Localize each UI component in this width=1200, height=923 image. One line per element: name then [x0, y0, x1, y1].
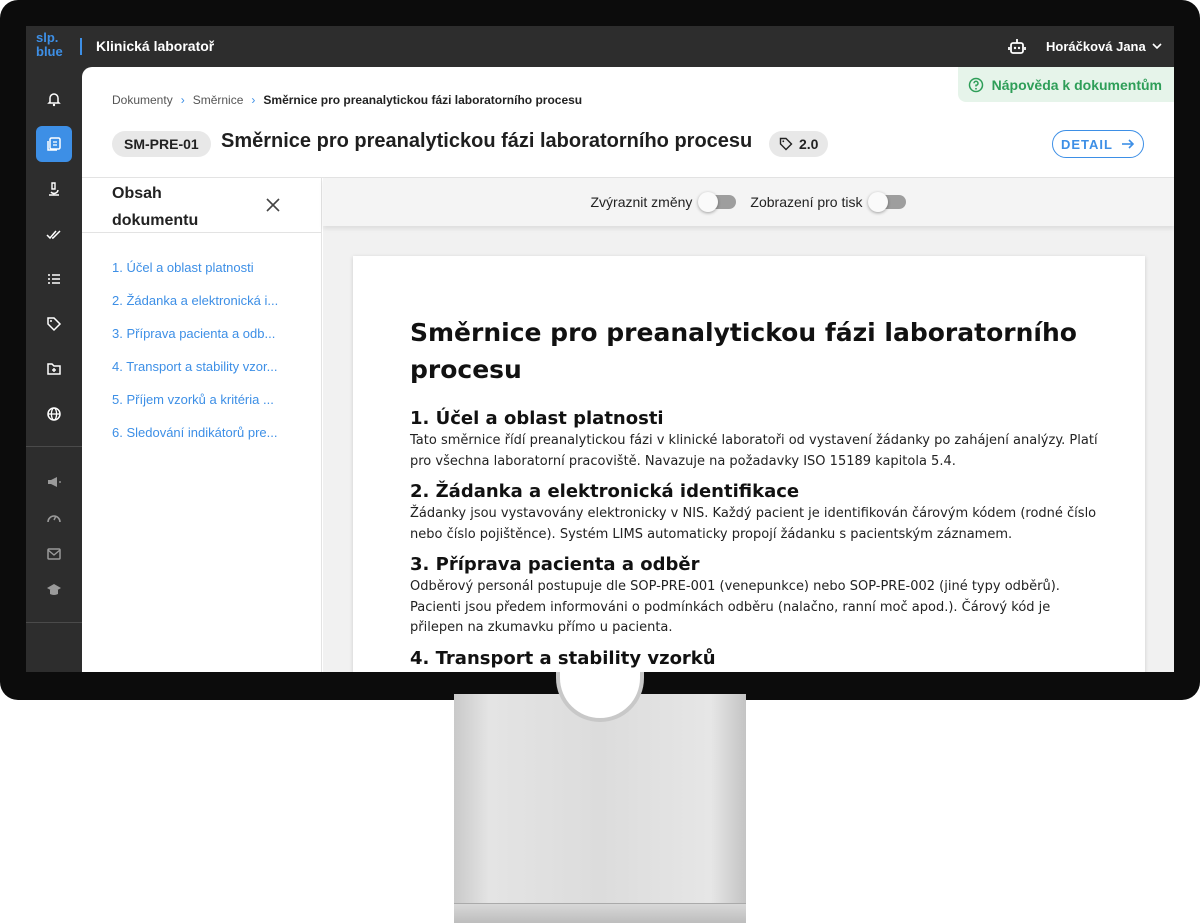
rail-separator-bottom: [26, 622, 82, 623]
highlight-changes-label: Zvýraznit změny: [590, 194, 693, 210]
help-button[interactable]: Nápověda k dokumentům: [957, 67, 1174, 102]
double-check-icon: [46, 230, 61, 240]
breadcrumb-documents[interactable]: Dokumenty: [112, 93, 173, 107]
left-rail: [26, 67, 82, 672]
top-bar: slp. blue Klinická laboratoř Horáčková J…: [26, 26, 1174, 67]
mail-icon: [47, 548, 61, 560]
monitor-stand-base: [454, 903, 746, 923]
arrow-right-icon: [1121, 139, 1135, 149]
section-heading: 1. Účel a oblast platnosti: [410, 408, 664, 429]
robot-icon[interactable]: [1008, 38, 1026, 55]
document-page: Směrnice pro preanalytickou fázi laborat…: [353, 256, 1145, 672]
toggle-switch[interactable]: [868, 192, 907, 212]
chevron-down-icon[interactable]: [1151, 40, 1163, 52]
screen: slp. blue Klinická laboratoř Horáčková J…: [26, 26, 1174, 672]
main-panel: Nápověda k dokumentům Dokumenty › Směrni…: [82, 67, 1174, 672]
viewer-toolbar: Zvýraznit změny Zobrazení pro tisk: [323, 178, 1174, 226]
breadcrumb-current: Směrnice pro preanalytickou fázi laborat…: [263, 93, 583, 107]
print-view-toggle[interactable]: Zobrazení pro tisk: [750, 192, 907, 212]
detail-button[interactable]: DETAIL: [1052, 130, 1144, 158]
toc-item[interactable]: 6. Sledování indikátorů pre...: [112, 425, 297, 458]
rail-tags[interactable]: [36, 306, 72, 342]
rail-announcements[interactable]: [36, 464, 72, 500]
rail-globe[interactable]: [36, 396, 72, 432]
rail-folder[interactable]: [36, 351, 72, 387]
breadcrumb: Dokumenty › Směrnice › Směrnice pro prea…: [112, 93, 582, 107]
document-code-badge: SM-PRE-01: [112, 131, 211, 157]
toc-divider: [82, 232, 322, 233]
logo-line-2: blue: [36, 44, 63, 59]
rail-mail[interactable]: [36, 536, 72, 572]
toc-item[interactable]: 5. Příjem vzorků a kritéria ...: [112, 392, 297, 425]
app-logo[interactable]: slp. blue: [36, 31, 63, 59]
toc-item[interactable]: 2. Žádanka a elektronická i...: [112, 293, 297, 326]
rail-separator: [26, 446, 82, 447]
table-of-contents: Obsah dokumentu 1. Účel a oblast platnos…: [82, 178, 322, 672]
breadcrumb-chevron-icon: ›: [251, 93, 256, 107]
logo-line-1: slp.: [36, 30, 59, 45]
page-title: Směrnice pro preanalytickou fázi laborat…: [221, 130, 753, 152]
toc-item[interactable]: 1. Účel a oblast platnosti: [112, 260, 297, 293]
version-badge: 2.0: [769, 131, 829, 157]
app-title: Klinická laboratoř: [96, 38, 215, 54]
tag-icon: [47, 317, 62, 332]
section-text: Odběrový personál postupuje dle SOP-PRE-…: [410, 579, 1060, 635]
rail-notifications[interactable]: [36, 81, 72, 117]
rail-list[interactable]: [36, 261, 72, 297]
documents-icon: [47, 137, 61, 151]
document-viewer: Zvýraznit změny Zobrazení pro tisk Směrn…: [323, 178, 1174, 672]
rail-documents[interactable]: [36, 126, 72, 162]
globe-icon: [47, 407, 61, 421]
list-icon: [48, 274, 60, 284]
section-text: Žádanky jsou vystavovány elektronicky v …: [410, 506, 1097, 542]
monitor-stand: [454, 694, 746, 923]
toc-item[interactable]: 3. Příprava pacienta a odb...: [112, 326, 297, 359]
section-heading: 3. Příprava pacienta a odběr: [410, 554, 700, 575]
section-text: Tato směrnice řídí preanalytickou fázi v…: [410, 433, 1098, 469]
breadcrumb-chevron-icon: ›: [180, 93, 185, 107]
toggle-switch[interactable]: [698, 192, 737, 212]
gauge-icon: [47, 515, 61, 523]
rail-training[interactable]: [36, 572, 72, 608]
user-name[interactable]: Horáčková Jana: [1046, 39, 1146, 54]
print-view-label: Zobrazení pro tisk: [750, 194, 863, 210]
close-icon[interactable]: [264, 196, 282, 214]
tag-icon: [779, 137, 793, 151]
version-number: 2.0: [799, 136, 819, 152]
toc-title: Obsah dokumentu: [112, 185, 199, 229]
microscope-icon: [49, 182, 59, 196]
rail-dashboard[interactable]: [36, 500, 72, 536]
document-heading: Směrnice pro preanalytickou fázi laborat…: [410, 318, 1077, 384]
highlight-changes-toggle[interactable]: Zvýraznit změny: [590, 192, 737, 212]
detail-label: DETAIL: [1061, 136, 1113, 152]
section-heading: 4. Transport a stability vzorků: [410, 647, 716, 669]
bell-icon: [47, 93, 61, 107]
toc-item[interactable]: 4. Transport a stability vzor...: [112, 359, 297, 392]
breadcrumb-directives[interactable]: Směrnice: [193, 93, 244, 107]
toc-list: 1. Účel a oblast platnosti 2. Žádanka a …: [112, 260, 297, 458]
logo-separator: [80, 38, 82, 55]
document-body: Směrnice pro preanalytickou fázi laborat…: [410, 314, 1100, 671]
section-heading: 2. Žádanka a elektronická identifikace: [410, 481, 800, 502]
rail-approvals[interactable]: [36, 216, 72, 252]
megaphone-icon: [48, 477, 61, 487]
folder-plus-icon: [47, 363, 61, 375]
help-circle-icon: [968, 77, 983, 92]
rail-laboratory[interactable]: [36, 171, 72, 207]
help-label: Nápověda k dokumentům: [991, 76, 1162, 93]
graduation-cap-icon: [47, 584, 61, 595]
